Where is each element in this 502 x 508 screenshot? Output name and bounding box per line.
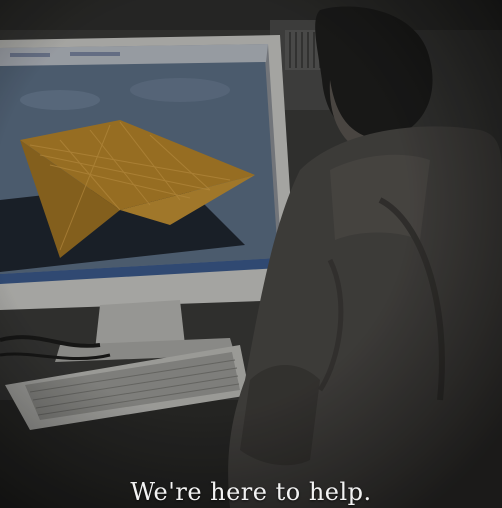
tagline: We're here to help. <box>130 478 372 506</box>
photo-illustration <box>0 0 502 508</box>
hero-image: We're here to help. <box>0 0 502 508</box>
